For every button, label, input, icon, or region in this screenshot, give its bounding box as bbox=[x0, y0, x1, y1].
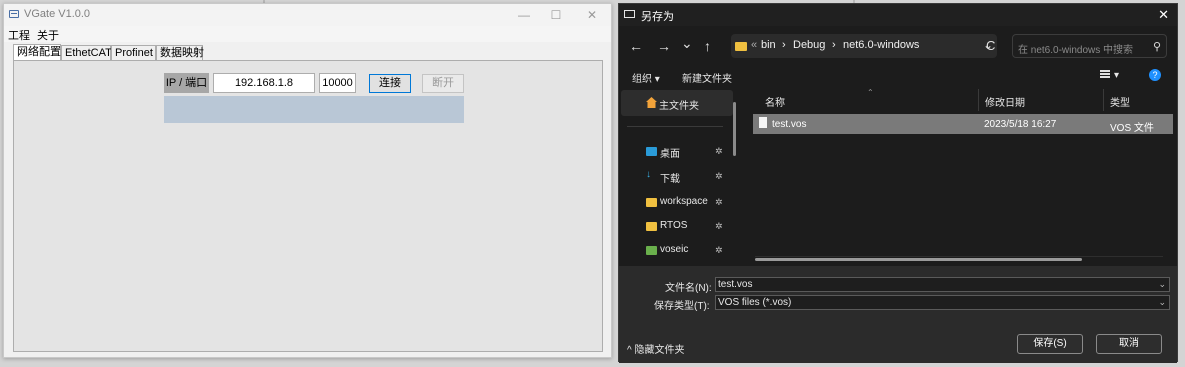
connect-button[interactable]: 连接 bbox=[369, 74, 411, 93]
save-as-dialog: 另存为 ✕ ← → ⌄ ↑ « bin › Debug › net6.0-win… bbox=[618, 3, 1178, 363]
close-icon[interactable]: ✕ bbox=[1158, 7, 1169, 23]
ip-address-input[interactable]: 192.168.1.8 bbox=[213, 73, 315, 93]
chevron-down-icon[interactable]: ⌄ bbox=[1158, 278, 1166, 291]
view-options-icon[interactable] bbox=[1100, 69, 1110, 79]
tab-profinet[interactable]: Profinet bbox=[111, 45, 156, 61]
search-placeholder: 在 net6.0-windows 中搜索 bbox=[1018, 45, 1134, 56]
filename-label: 文件名(N): bbox=[665, 283, 712, 294]
column-header-modified[interactable]: 修改日期 bbox=[985, 94, 1025, 109]
close-icon[interactable]: ✕ bbox=[578, 6, 606, 24]
dialog-title: 另存为 bbox=[641, 11, 674, 23]
refresh-icon[interactable]: C bbox=[986, 38, 995, 53]
save-button[interactable]: 保存(S) bbox=[1017, 334, 1083, 354]
up-folder-icon[interactable]: ↑ bbox=[704, 38, 711, 54]
recent-locations-icon[interactable]: ⌄ bbox=[681, 35, 693, 52]
breadcrumb-debug[interactable]: Debug bbox=[793, 39, 825, 51]
menu-bar: 工程 关于 bbox=[4, 26, 611, 42]
cancel-button[interactable]: 取消 bbox=[1096, 334, 1162, 354]
desktop-icon bbox=[646, 147, 657, 156]
sidebar-label-workspace[interactable]: workspace bbox=[660, 196, 708, 207]
sidebar-label-voseic[interactable]: voseic bbox=[660, 244, 688, 255]
tab-ethercat[interactable]: EthetCAT bbox=[61, 45, 112, 61]
file-icon bbox=[759, 117, 767, 128]
sort-up-icon: ⌃ bbox=[867, 88, 874, 97]
column-header-type[interactable]: 类型 bbox=[1110, 94, 1130, 109]
home-icon bbox=[646, 97, 657, 108]
port-input[interactable]: 10000 bbox=[319, 73, 356, 93]
disconnect-button[interactable]: 断开 bbox=[422, 74, 464, 93]
pin-icon[interactable]: ✲ bbox=[715, 146, 723, 157]
ip-port-label: IP / 端口 bbox=[164, 73, 209, 93]
file-name[interactable]: test.vos bbox=[772, 119, 806, 130]
pin-icon[interactable]: ✲ bbox=[715, 171, 723, 182]
vgate-titlebar[interactable]: VGate V1.0.0 — ☐ ✕ bbox=[4, 4, 611, 26]
sidebar-label-rtos[interactable]: RTOS bbox=[660, 220, 687, 231]
menu-project[interactable]: 工程 bbox=[8, 27, 30, 43]
filetype-select[interactable]: VOS files (*.vos) ⌄ bbox=[715, 295, 1170, 310]
chevron-down-icon[interactable]: ⌄ bbox=[1158, 296, 1166, 309]
back-icon[interactable]: ← bbox=[629, 38, 643, 54]
app-logo-icon bbox=[9, 10, 19, 18]
help-icon[interactable]: ? bbox=[1149, 69, 1161, 81]
pin-icon[interactable]: ✲ bbox=[715, 197, 723, 208]
sidebar-label-desktop[interactable]: 桌面 bbox=[660, 145, 680, 160]
horizontal-scrollbar[interactable] bbox=[755, 258, 1082, 261]
breadcrumb-sep: › bbox=[782, 39, 786, 51]
tab-network-config[interactable]: 网络配置 bbox=[13, 44, 61, 61]
search-input[interactable]: 在 net6.0-windows 中搜索 ⚲ bbox=[1012, 34, 1167, 58]
dialog-titlebar[interactable]: 另存为 ✕ bbox=[619, 4, 1177, 26]
folder-icon bbox=[646, 198, 657, 207]
breadcrumb-overflow[interactable]: « bbox=[751, 39, 757, 51]
column-divider[interactable] bbox=[978, 89, 979, 111]
forward-icon[interactable]: → bbox=[657, 38, 671, 54]
new-folder-button[interactable]: 新建文件夹 bbox=[682, 70, 732, 85]
vgate-window: VGate V1.0.0 — ☐ ✕ 工程 关于 网络配置 EthetCAT P… bbox=[3, 3, 612, 358]
tab-data-mapping[interactable]: 数据映射 bbox=[156, 45, 204, 61]
sidebar-scrollbar[interactable] bbox=[733, 102, 736, 156]
search-icon: ⚲ bbox=[1152, 41, 1161, 53]
breadcrumb-bin[interactable]: bin bbox=[761, 39, 776, 51]
filetype-label: 保存类型(T): bbox=[654, 301, 710, 312]
address-bar[interactable]: « bin › Debug › net6.0-windows ⌄ bbox=[731, 34, 997, 58]
column-header-name[interactable]: 名称 bbox=[765, 94, 785, 109]
maximize-icon[interactable]: ☐ bbox=[542, 6, 570, 24]
breadcrumb-sep: › bbox=[832, 39, 836, 51]
sidebar-label-home[interactable]: 主文件夹 bbox=[659, 97, 699, 112]
pin-icon[interactable]: ✲ bbox=[715, 221, 723, 232]
file-type: VOS 文件 bbox=[1110, 123, 1154, 134]
folder-icon bbox=[735, 42, 747, 51]
sidebar-label-downloads[interactable]: 下载 bbox=[660, 170, 680, 185]
file-modified: 2023/5/18 16:27 bbox=[984, 119, 1057, 130]
minimize-icon[interactable]: — bbox=[510, 6, 538, 24]
folder-special-icon bbox=[646, 246, 657, 255]
hide-folders-toggle[interactable]: ^ 隐藏文件夹 bbox=[627, 341, 684, 356]
breadcrumb-net6[interactable]: net6.0-windows bbox=[843, 39, 919, 51]
download-icon: ↓ bbox=[646, 169, 651, 180]
filename-value: test.vos bbox=[718, 279, 753, 290]
filename-input[interactable]: test.vos ⌄ bbox=[715, 277, 1170, 292]
organize-menu[interactable]: 组织 ▾ bbox=[632, 70, 660, 85]
vgate-title: VGate V1.0.0 bbox=[24, 8, 91, 20]
column-divider[interactable] bbox=[1103, 89, 1104, 111]
folder-icon bbox=[646, 222, 657, 231]
pin-icon[interactable]: ✲ bbox=[715, 245, 723, 256]
list-divider bbox=[755, 256, 1163, 257]
filetype-value: VOS files (*.vos) bbox=[718, 297, 792, 308]
menu-about[interactable]: 关于 bbox=[37, 27, 59, 43]
sidebar-divider bbox=[627, 126, 723, 127]
app-logo-icon bbox=[624, 10, 635, 18]
connection-status-bar bbox=[164, 96, 464, 123]
view-chevron-icon[interactable]: ▾ bbox=[1114, 70, 1119, 81]
